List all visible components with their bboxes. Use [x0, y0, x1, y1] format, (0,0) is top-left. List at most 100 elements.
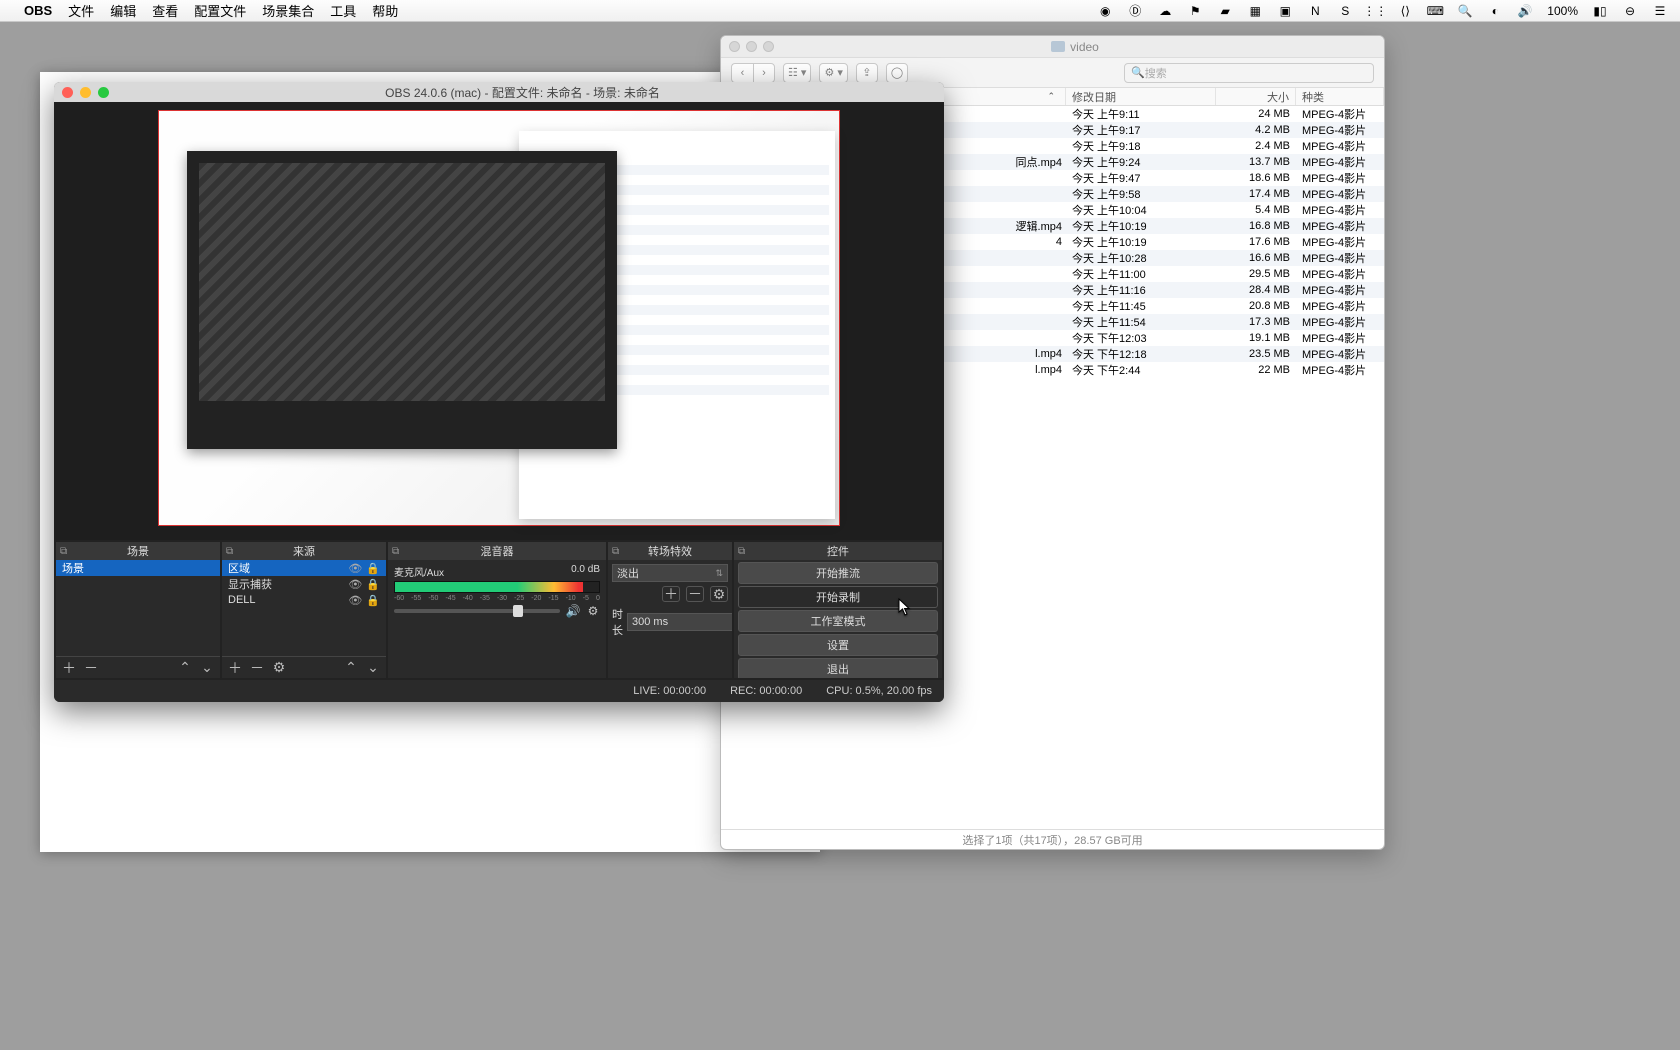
lock-icon[interactable]: 🔒: [366, 594, 380, 607]
source-item[interactable]: DELL👁🔒: [222, 592, 386, 608]
transition-select[interactable]: 淡出⇅: [612, 564, 728, 582]
obs-preview-area[interactable]: [54, 102, 944, 540]
source-remove-button[interactable]: －: [250, 661, 264, 675]
transitions-title: 转场特效: [648, 543, 692, 559]
menu-profile[interactable]: 配置文件: [194, 1, 246, 20]
tags-button[interactable]: ◯: [886, 63, 908, 83]
source-item[interactable]: 区域👁🔒: [222, 560, 386, 576]
col-size-header[interactable]: 大小: [1216, 88, 1296, 105]
visibility-icon[interactable]: 👁: [348, 594, 362, 607]
start-streaming-button[interactable]: 开始推流: [738, 562, 938, 584]
source-item[interactable]: 显示捕获👁🔒: [222, 576, 386, 592]
transition-add-button[interactable]: ＋: [662, 586, 680, 602]
lock-icon[interactable]: 🔒: [366, 562, 380, 575]
menubar-hamburger-icon[interactable]: ☰: [1652, 3, 1668, 19]
finder-titlebar[interactable]: video: [721, 36, 1384, 58]
obs-zoom-icon[interactable]: [98, 87, 109, 98]
menubar-note-icon[interactable]: ▰: [1217, 3, 1233, 19]
duration-input[interactable]: [627, 613, 732, 631]
popout-icon[interactable]: ⧉: [392, 546, 399, 557]
popout-icon[interactable]: ⧉: [738, 546, 745, 557]
transition-remove-button[interactable]: －: [686, 586, 704, 602]
status-live: LIVE: 00:00:00: [633, 685, 706, 697]
menubar-search-icon[interactable]: 🔍: [1457, 3, 1473, 19]
menubar-app-name[interactable]: OBS: [24, 3, 52, 18]
menubar-code-icon[interactable]: ⟨⟩: [1397, 3, 1413, 19]
mixer-level: 0.0 dB: [571, 564, 600, 579]
popout-icon[interactable]: ⧉: [60, 546, 67, 557]
source-settings-button[interactable]: ⚙: [272, 661, 286, 675]
mixer-channel-name: 麦克风/Aux: [394, 564, 444, 579]
lock-icon[interactable]: 🔒: [366, 578, 380, 591]
menubar-battery-pct: 100%: [1547, 4, 1578, 18]
controls-title: 控件: [827, 543, 849, 559]
nav-forward-button[interactable]: ›: [753, 63, 775, 83]
visibility-icon[interactable]: 👁: [348, 562, 362, 575]
sources-title: 来源: [293, 543, 315, 559]
source-down-button[interactable]: ⌄: [366, 661, 380, 675]
view-mode-button[interactable]: ☷ ▾: [783, 63, 811, 83]
menubar-screen-icon[interactable]: ▣: [1277, 3, 1293, 19]
source-add-button[interactable]: ＋: [228, 661, 242, 675]
obs-minimize-icon[interactable]: [80, 87, 91, 98]
studio-mode-button[interactable]: 工作室模式: [738, 610, 938, 632]
source-up-button[interactable]: ⌃: [344, 661, 358, 675]
action-button[interactable]: ⚙ ▾: [819, 63, 847, 83]
slider-knob[interactable]: [513, 605, 523, 617]
obs-titlebar[interactable]: OBS 24.0.6 (mac) - 配置文件: 未命名 - 场景: 未命名: [54, 82, 944, 102]
scene-remove-button[interactable]: －: [84, 661, 98, 675]
menubar-keyboard-icon[interactable]: ⌨: [1427, 3, 1443, 19]
menu-scene-collection[interactable]: 场景集合: [262, 1, 314, 20]
preview-canvas[interactable]: [158, 110, 840, 526]
obs-close-icon[interactable]: [62, 87, 73, 98]
transition-settings-button[interactable]: ⚙: [710, 586, 728, 602]
mixer-settings-icon[interactable]: ⚙: [586, 604, 600, 618]
col-kind-header[interactable]: 种类: [1296, 88, 1384, 105]
menubar-user-icon[interactable]: ⚑: [1187, 3, 1203, 19]
menubar-s-icon[interactable]: S: [1337, 3, 1353, 19]
share-button[interactable]: ⇪: [856, 63, 878, 83]
scene-down-button[interactable]: ⌄: [200, 661, 214, 675]
menubar-n-icon[interactable]: N: [1307, 3, 1323, 19]
speaker-icon[interactable]: 🔊: [566, 604, 580, 618]
menubar-cc-icon[interactable]: ☁: [1157, 3, 1173, 19]
col-date-header[interactable]: 修改日期: [1066, 88, 1216, 105]
meter-scale: -60-55-50-45-40-35-30-25-20-15-10-50: [394, 595, 600, 602]
menubar-toggle-icon[interactable]: ⊖: [1622, 3, 1638, 19]
scene-add-button[interactable]: ＋: [62, 661, 76, 675]
menubar-d-icon[interactable]: Ⓓ: [1127, 3, 1143, 19]
popout-icon[interactable]: ⧉: [226, 546, 233, 557]
menubar-obs-icon[interactable]: ◉: [1097, 3, 1113, 19]
status-rec: REC: 00:00:00: [730, 685, 802, 697]
scene-item[interactable]: 场景: [56, 560, 220, 576]
menu-tools[interactable]: 工具: [330, 1, 356, 20]
menu-help[interactable]: 帮助: [372, 1, 398, 20]
menu-edit[interactable]: 编辑: [110, 1, 136, 20]
finder-minimize-icon[interactable]: [746, 41, 757, 52]
nav-back-button[interactable]: ‹: [731, 63, 753, 83]
finder-search-input[interactable]: 🔍 搜索: [1124, 63, 1374, 83]
menubar-siri-icon[interactable]: ◐: [1487, 3, 1503, 19]
menubar-battery-icon[interactable]: ▮▯: [1592, 3, 1608, 19]
exit-button[interactable]: 退出: [738, 658, 938, 678]
visibility-icon[interactable]: 👁: [348, 578, 362, 591]
status-cpu: CPU: 0.5%, 20.00 fps: [826, 685, 932, 697]
menubar-grid-icon[interactable]: ▦: [1247, 3, 1263, 19]
menubar-bt-icon[interactable]: ⋮⋮: [1367, 3, 1383, 19]
finder-close-icon[interactable]: [729, 41, 740, 52]
sources-panel: ⧉来源 区域👁🔒 显示捕获👁🔒 DELL👁🔒 ＋ － ⚙ ⌃ ⌄: [222, 542, 386, 678]
menubar-volume-icon[interactable]: 🔊: [1517, 3, 1533, 19]
menu-view[interactable]: 查看: [152, 1, 178, 20]
start-recording-button[interactable]: 开始录制: [738, 586, 938, 608]
menu-file[interactable]: 文件: [68, 1, 94, 20]
scenes-panel: ⧉场景 场景 ＋ － ⌃ ⌄: [56, 542, 220, 678]
chevron-updown-icon: ⇅: [715, 568, 723, 579]
folder-icon: [1051, 41, 1065, 52]
finder-zoom-icon[interactable]: [763, 41, 774, 52]
volume-slider[interactable]: [394, 609, 560, 613]
mixer-panel: ⧉混音器 麦克风/Aux 0.0 dB -60-55-50-45-40-35-3…: [388, 542, 606, 678]
audio-meter: [394, 581, 600, 593]
settings-button[interactable]: 设置: [738, 634, 938, 656]
popout-icon[interactable]: ⧉: [612, 546, 619, 557]
scene-up-button[interactable]: ⌃: [178, 661, 192, 675]
